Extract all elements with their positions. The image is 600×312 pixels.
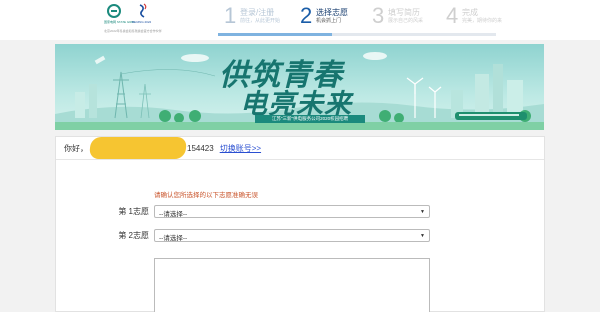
chevron-down-icon: ▼: [420, 209, 425, 215]
choice-1-select[interactable]: --请选择-- ▼: [154, 205, 430, 218]
state-grid-text: 国家电网 STATE GRID: [104, 20, 135, 24]
choice-2-select[interactable]: --请选择-- ▼: [154, 229, 430, 242]
step-number: 1: [224, 3, 237, 28]
choice-2-label: 第 2志愿: [118, 231, 149, 240]
redacted-username: [88, 136, 188, 159]
volunteer-form-card: 你好， 154423 切换账号>> 请确认您所选择的以下志愿准确无误 第 1志愿 -…: [55, 136, 545, 312]
greeting-text: 你好，: [64, 144, 88, 153]
details-textarea[interactable]: [154, 258, 430, 312]
progress-fill: [218, 33, 332, 36]
header: 国家电网 STATE GRID BEIJING 2022 北京2022年冬奥会和…: [0, 0, 600, 40]
confirmation-notice: 请确认您所选择的以下志愿准确无误: [154, 192, 258, 199]
logo: 国家电网 STATE GRID BEIJING 2022 北京2022年冬奥会和…: [104, 3, 184, 35]
chevron-down-icon: ▼: [420, 233, 425, 239]
choice-1-value: --请选择--: [159, 211, 188, 218]
choice-2-value: --请选择--: [159, 235, 188, 242]
choice-1-label: 第 1志愿: [118, 207, 149, 216]
page: 国家电网 STATE GRID BEIJING 2022 北京2022年冬奥会和…: [0, 0, 600, 312]
step-number: 4: [446, 3, 459, 28]
step-subtitle: 前往，从此更开始: [240, 18, 281, 24]
user-greeting: 你好， 154423 切换账号>>: [64, 136, 261, 159]
recruitment-banner: 供筑青春 电亮未来 江苏"三新"供电服务公司2020校园招聘: [55, 44, 544, 130]
step-number: 2: [300, 3, 313, 28]
choice-row-1: 第 1志愿 --请选择-- ▼: [56, 205, 544, 219]
winter-games-emblem-icon: [139, 3, 147, 18]
account-id-suffix: 154423: [187, 144, 214, 153]
progress-steps: 1 登录/注册 前往，从此更开始 2 选择志愿 机会抓上门 3 填写简历 展示自…: [218, 0, 502, 40]
step-number: 3: [372, 3, 385, 28]
divider: [56, 159, 544, 160]
state-grid-logo-icon: [107, 4, 121, 18]
step-subtitle: 展示自己的风采: [388, 18, 424, 24]
games-text: BEIJING 2022: [132, 20, 152, 24]
logo-caption: 北京2022年冬奥会和冬残奥会官方合作伙伴: [104, 29, 162, 33]
choice-row-2: 第 2志愿 --请选择-- ▼: [56, 229, 544, 243]
step-subtitle: 机会抓上门: [316, 18, 342, 24]
step-subtitle: 完美，期待你的来: [462, 18, 503, 24]
switch-account-link[interactable]: 切换账号>>: [220, 144, 261, 153]
banner-subtitle: 江苏"三新"供电服务公司2020校园招聘: [255, 115, 365, 123]
